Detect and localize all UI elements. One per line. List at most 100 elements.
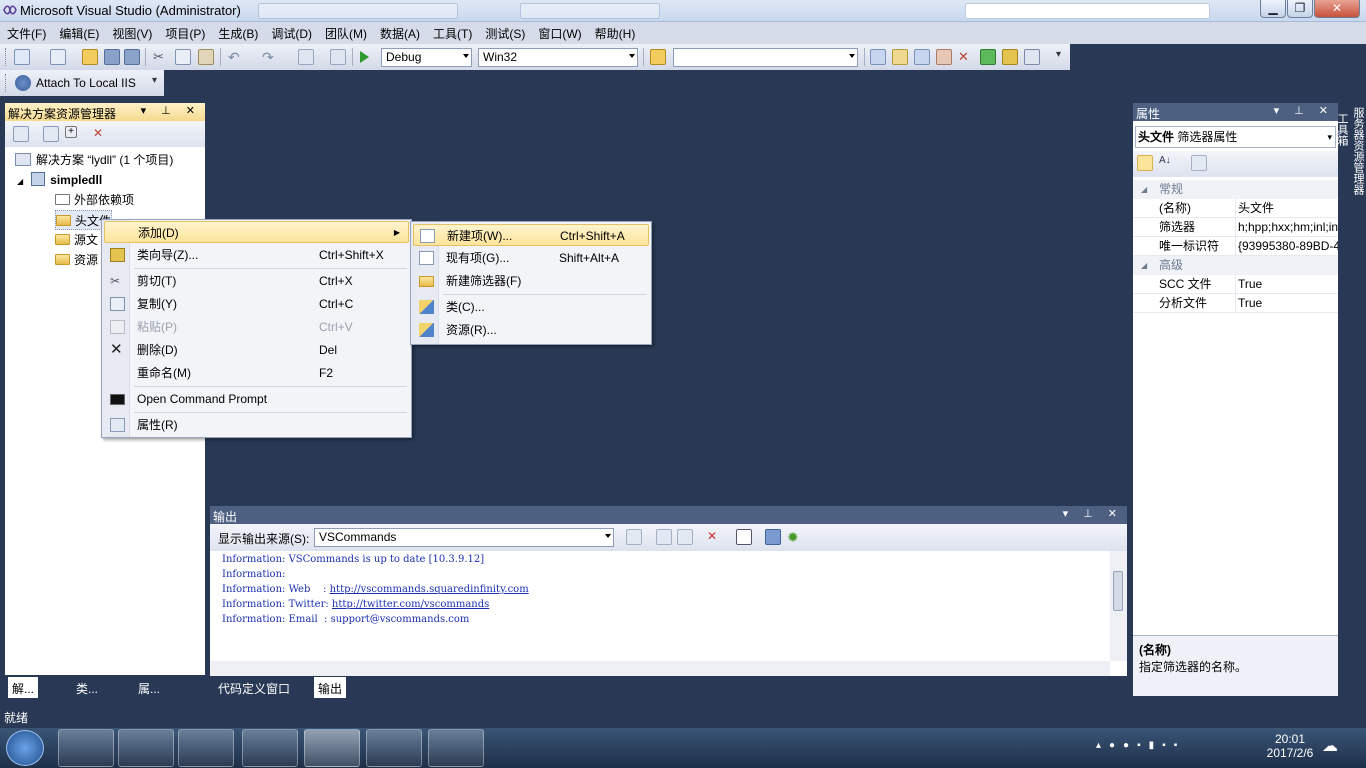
solution-platform-select[interactable]: Win32 <box>478 48 638 67</box>
menu-item-cut[interactable]: ✂ 剪切(T) Ctrl+X <box>104 270 409 292</box>
tree-item-external-deps[interactable]: 外部依赖项 <box>55 190 134 210</box>
start-button[interactable] <box>6 730 44 766</box>
property-row-name[interactable]: (名称) 头文件 <box>1133 199 1338 218</box>
taskbar-app-browser[interactable] <box>58 729 114 767</box>
taskbar-app-word[interactable] <box>242 729 298 767</box>
find-combo[interactable] <box>673 48 858 67</box>
solution-explorer-icon[interactable] <box>892 49 908 65</box>
command-window-icon[interactable] <box>1024 49 1040 65</box>
scrollbar-thumb[interactable] <box>1113 571 1123 611</box>
title-search-box[interactable] <box>965 3 1210 19</box>
categorized-icon[interactable] <box>1137 155 1153 171</box>
menu-item-class-wizard[interactable]: 类向导(Z)... Ctrl+Shift+X <box>104 244 409 266</box>
add-item-icon[interactable] <box>50 49 66 65</box>
property-pages-icon[interactable] <box>1191 155 1207 171</box>
property-row-scc[interactable]: SCC 文件 True <box>1133 275 1338 294</box>
new-project-icon[interactable] <box>14 49 30 65</box>
tree-item-source-files[interactable]: 源文 <box>55 230 98 250</box>
taskbar-app-visual-studio[interactable] <box>304 729 360 767</box>
taskbar-app-color-wheel[interactable] <box>178 729 234 767</box>
collapse-arrow-icon[interactable]: ◢ <box>17 177 23 186</box>
menu-item-resource[interactable]: 资源(R)... <box>413 319 649 341</box>
property-value[interactable]: True <box>1235 275 1338 294</box>
paste-icon[interactable] <box>198 49 214 65</box>
side-tab-server-explorer[interactable]: 服务器资源管理器 <box>1350 103 1366 293</box>
property-value[interactable]: {93995380-89BD-4b04 <box>1235 237 1338 256</box>
tab-solution-explorer[interactable]: 解... <box>8 677 39 698</box>
menu-item-paste[interactable]: 粘贴(P) Ctrl+V <box>104 316 409 338</box>
panel-header-buttons[interactable]: ▾ ⊥ ✕ <box>141 104 201 117</box>
save-icon[interactable] <box>104 49 120 65</box>
find-in-files-icon[interactable] <box>650 49 666 65</box>
property-value[interactable]: 头文件 <box>1235 199 1338 218</box>
find-icon[interactable] <box>870 49 886 65</box>
properties-icon[interactable] <box>13 126 29 142</box>
toolbar-overflow-icon[interactable]: ▾ <box>1056 49 1072 65</box>
redo-icon[interactable]: ↷ <box>262 49 278 65</box>
tab-output[interactable]: 输出 <box>314 677 347 698</box>
copy-icon[interactable] <box>175 49 191 65</box>
menu-item-class[interactable]: 类(C)... <box>413 296 649 318</box>
output-link[interactable]: http://vscommands.squaredinfinity.com <box>330 584 529 595</box>
menu-item-open-command-prompt[interactable]: Open Command Prompt <box>104 388 409 410</box>
toolbar-grip[interactable] <box>5 48 8 66</box>
menu-item-new-filter[interactable]: 新建筛选器(F) <box>413 270 649 292</box>
menu-item-rename[interactable]: 重命名(M) F2 <box>104 362 409 384</box>
tree-project-node[interactable]: ◢ simpledll <box>17 170 102 190</box>
next-message-icon[interactable] <box>677 529 693 545</box>
menu-item-new-item[interactable]: 新建项(W)... Ctrl+Shift+A <box>413 224 649 246</box>
expand-icon[interactable]: + <box>65 126 77 138</box>
toolbar-overflow-icon[interactable]: ▾ <box>152 75 168 91</box>
property-category-advanced[interactable]: ◢ 高级 <box>1133 256 1338 275</box>
vscommands-icon[interactable] <box>765 529 781 545</box>
tray-clock[interactable]: 20:01 2017/2/6 <box>1262 732 1318 760</box>
properties-window-icon[interactable] <box>914 49 930 65</box>
menu-build[interactable]: 生成(B) <box>211 22 264 44</box>
system-tray-icons[interactable]: ▴●●▪▮▪▪ <box>1096 740 1185 751</box>
weather-cloud-icon[interactable]: ☁ <box>1322 736 1348 758</box>
menu-tools[interactable]: 工具(T) <box>426 22 478 44</box>
tree-solution-node[interactable]: 解决方案 “lydll” (1 个项目) <box>15 150 173 170</box>
output-horizontal-scrollbar[interactable] <box>210 661 1110 676</box>
taskbar-app-clover[interactable] <box>118 729 174 767</box>
taskbar-app-dictionary[interactable] <box>428 729 484 767</box>
clear-all-icon[interactable]: ✕ <box>707 529 723 545</box>
menu-data[interactable]: 数据(A) <box>373 22 426 44</box>
property-row-parse[interactable]: 分析文件 True <box>1133 294 1338 313</box>
menu-item-copy[interactable]: 复制(Y) Ctrl+C <box>104 293 409 315</box>
panel-header-buttons[interactable]: ▾ ⊥ ✕ <box>1274 104 1334 117</box>
previous-message-icon[interactable] <box>656 529 672 545</box>
class-wizard-icon[interactable]: ✕ <box>93 126 109 142</box>
start-page-icon[interactable] <box>980 49 996 65</box>
tab-class-view[interactable]: 类... <box>72 677 102 698</box>
panel-header-buttons[interactable]: ▾ ⊥ ✕ <box>1063 507 1123 520</box>
go-to-line-icon[interactable] <box>626 529 642 545</box>
save-all-icon[interactable] <box>124 49 140 65</box>
alphabetical-icon[interactable]: A↓ <box>1159 155 1175 171</box>
menu-test[interactable]: 测试(S) <box>478 22 531 44</box>
output-vertical-scrollbar[interactable] <box>1110 551 1127 661</box>
word-wrap-icon[interactable] <box>736 529 752 545</box>
taskbar-app-tool[interactable] <box>366 729 422 767</box>
solution-configuration-select[interactable]: Debug <box>381 48 472 67</box>
minimize-button[interactable]: ▁ <box>1260 0 1286 18</box>
navigate-backward-icon[interactable] <box>298 49 314 65</box>
menu-view[interactable]: 视图(V) <box>105 22 158 44</box>
property-row-guid[interactable]: 唯一标识符 {93995380-89BD-4b04 <box>1133 237 1338 256</box>
menu-item-delete[interactable]: ✕ 删除(D) Del <box>104 339 409 361</box>
tab-code-definition[interactable]: 代码定义窗口 <box>214 677 294 698</box>
property-category-general[interactable]: ◢ 常规 <box>1133 180 1338 199</box>
extension-manager-icon[interactable] <box>1002 49 1018 65</box>
navigate-forward-icon[interactable] <box>330 49 346 65</box>
close-button[interactable]: ✕ <box>1314 0 1360 18</box>
toolbar-grip[interactable] <box>5 74 8 92</box>
toolbox-icon[interactable]: ✕ <box>958 49 974 65</box>
menu-project[interactable]: 项目(P) <box>158 22 211 44</box>
side-tab-toolbox[interactable]: 工具箱 <box>1334 103 1350 293</box>
menu-help[interactable]: 帮助(H) <box>588 22 642 44</box>
maximize-button[interactable]: ❐ <box>1287 0 1313 18</box>
menu-item-properties[interactable]: 属性(R) <box>104 414 409 436</box>
tree-item-resource-files[interactable]: 资源 <box>55 250 98 270</box>
property-value[interactable]: True <box>1235 294 1338 313</box>
menu-debug[interactable]: 调试(D) <box>264 22 318 44</box>
